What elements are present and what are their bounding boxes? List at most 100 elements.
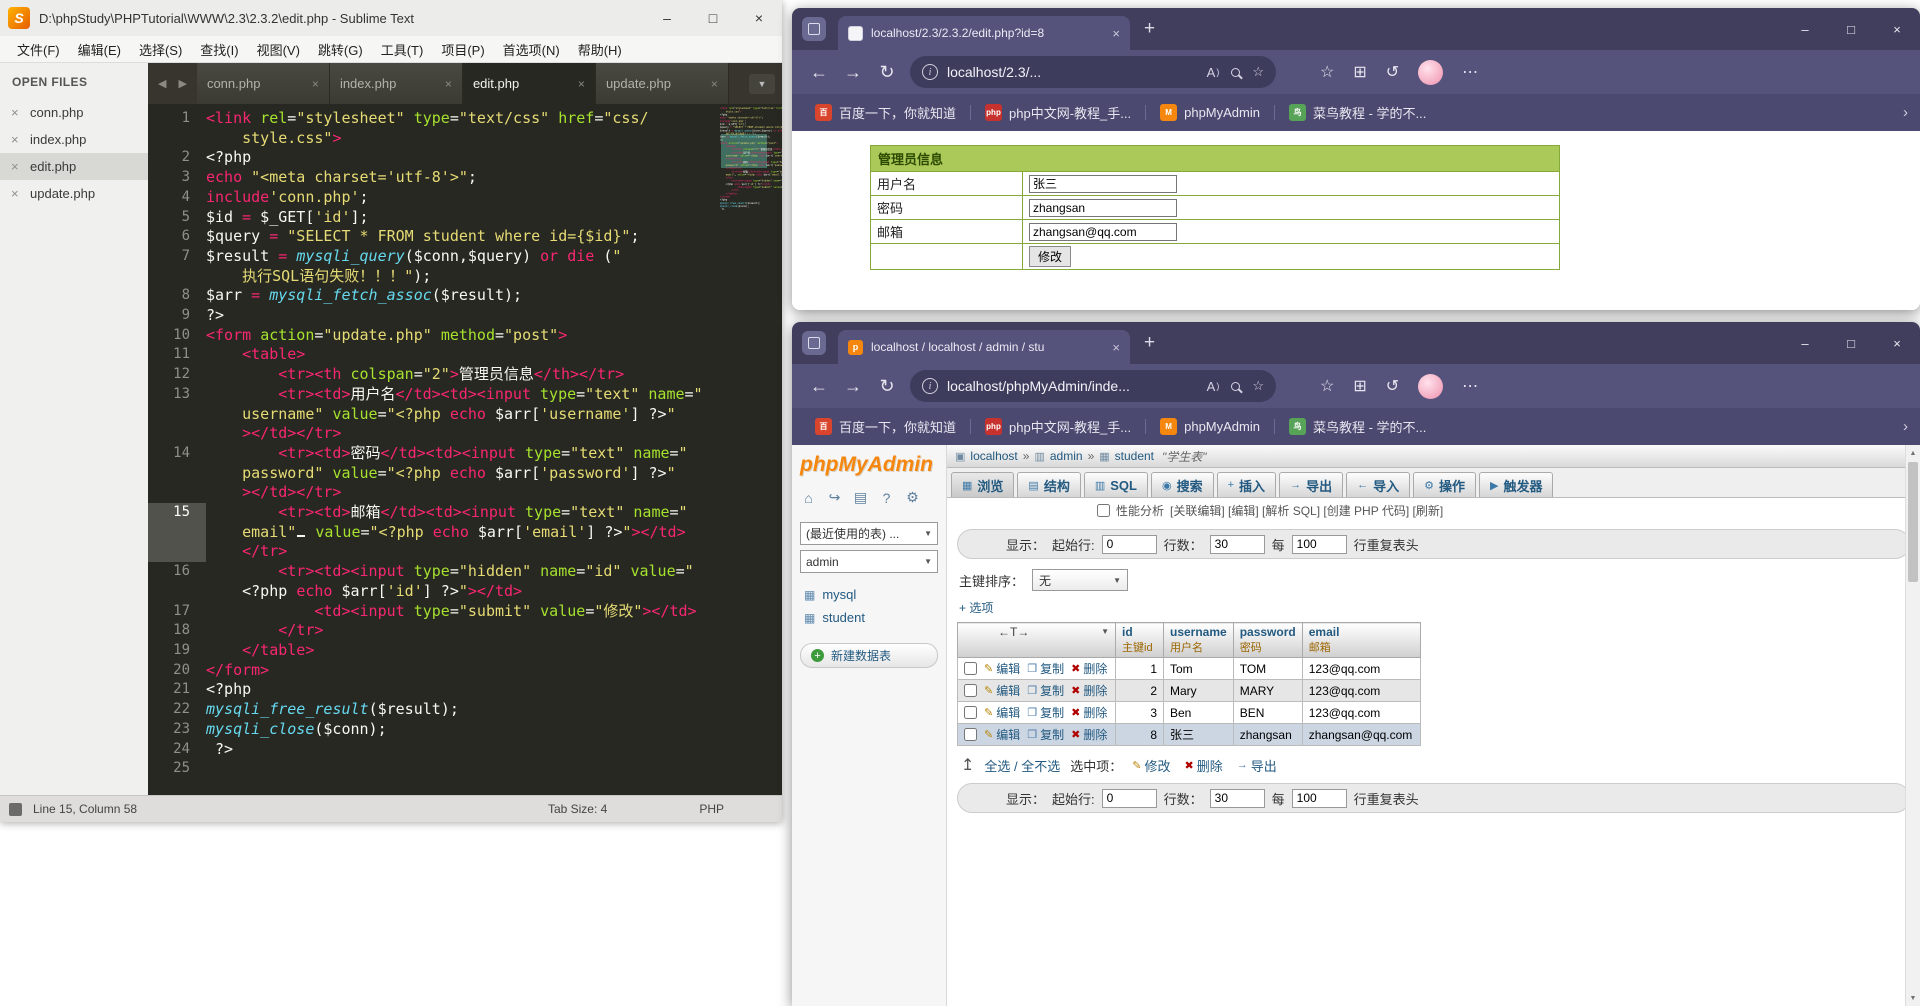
row-action-delete[interactable]: ✖ 删除	[1071, 726, 1107, 743]
recent-tables-select[interactable]: (最近使用的表) ... ▼	[800, 522, 938, 545]
code-line[interactable]: 8 $arr = mysqli_fetch_assoc($result);	[148, 286, 718, 306]
profile-avatar[interactable]	[1418, 373, 1444, 399]
code-line[interactable]: username" value="<?php echo $arr['userna…	[148, 405, 718, 425]
row-checkbox[interactable]	[964, 706, 977, 719]
bookmark-item[interactable]: 百百度一下，你就知道	[806, 99, 965, 126]
code-line[interactable]: 7 $result = mysqli_query($conn,$query) or…	[148, 247, 718, 267]
bookmark-item[interactable]: php php中文网-教程_手...	[976, 99, 1140, 126]
sidebar-db-item[interactable]: ▦ student	[800, 606, 938, 629]
home-icon[interactable]: ⌂	[800, 489, 817, 506]
zoom-icon[interactable]	[1231, 381, 1241, 391]
menu-item[interactable]: 首选项(N)	[494, 40, 569, 59]
sidebar-db-item[interactable]: ▦ mysql	[800, 583, 938, 606]
row-checkbox[interactable]	[964, 728, 977, 741]
breadcrumb-table[interactable]: student	[1115, 449, 1154, 463]
bookmark-item[interactable]: 鸟菜鸟教程 - 学的不...	[1280, 413, 1435, 440]
code-line[interactable]: 15 <tr><td>邮箱</td><td><input type="text"…	[148, 503, 718, 523]
code-line[interactable]: 25	[148, 759, 718, 779]
code-line[interactable]: 20</form>	[720, 195, 782, 198]
minimize-button[interactable]: –	[644, 0, 690, 36]
tab-size-indicator[interactable]: Tab Size: 4	[548, 802, 607, 816]
email-input[interactable]	[1029, 222, 1177, 241]
open-file-item[interactable]: × index.php	[0, 126, 148, 153]
browser-tab[interactable]: localhost/2.3/2.3.2/edit.php?id=8 ×	[838, 16, 1130, 50]
code-line[interactable]: password" value="<?php echo $arr['passwo…	[148, 464, 718, 484]
maximize-button[interactable]: □	[1828, 322, 1874, 364]
code-line[interactable]: email" value="<?php echo $arr['email'] ?…	[720, 173, 782, 176]
editor-tab[interactable]: edit.php ×	[462, 63, 596, 104]
options-toggle[interactable]: + 选项	[947, 595, 1920, 618]
code-line[interactable]: 2<?php	[720, 113, 782, 116]
browser-tab[interactable]: p localhost / localhost / admin / stu ×	[838, 330, 1130, 364]
row-action-copy[interactable]: ❐ 复制	[1027, 726, 1064, 743]
profile-avatar[interactable]	[1418, 59, 1444, 85]
code-line[interactable]: 5 $id = $_GET['id'];	[148, 208, 718, 228]
maximize-button[interactable]: □	[1828, 8, 1874, 50]
start-row-input[interactable]	[1101, 534, 1157, 554]
bookmark-item[interactable]: MphpMyAdmin	[1151, 414, 1269, 439]
vertical-scrollbar[interactable]: ▲ ▼	[1905, 445, 1920, 1006]
minimap[interactable]: 1<link rel="stylesheet" type="text/css" …	[718, 104, 782, 795]
code-editor[interactable]: 1 <link rel="stylesheet" type="text/css" …	[148, 104, 782, 795]
close-tab-icon[interactable]: ×	[705, 77, 718, 91]
close-button[interactable]: ×	[736, 0, 782, 36]
docs-icon[interactable]: ?	[878, 489, 895, 506]
code-line[interactable]: </tr>	[148, 542, 718, 563]
code-line[interactable]: 22mysqli_free_result($result);	[148, 700, 718, 720]
close-tab-icon[interactable]: ×	[1112, 26, 1120, 41]
pma-tab-structure[interactable]: ▤ 结构	[1017, 472, 1081, 497]
row-action-edit[interactable]: ✎ 编辑	[984, 704, 1020, 721]
code-line[interactable]: 11 <table>	[148, 345, 718, 365]
back-button[interactable]: ←	[802, 376, 836, 397]
read-aloud-icon[interactable]: A)	[1207, 65, 1220, 80]
code-line[interactable]: <?php echo $arr['id'] ?>"></td>	[720, 183, 782, 186]
syntax-indicator[interactable]: PHP	[699, 802, 724, 816]
code-line[interactable]: 23mysqli_close($conn);	[720, 205, 782, 208]
bookmarks-overflow-icon[interactable]: ›	[1903, 418, 1908, 435]
code-line[interactable]: 12 <tr><th colspan="2">管理员信息</th></tr>	[148, 365, 718, 385]
bookmark-item[interactable]: MphpMyAdmin	[1151, 100, 1269, 125]
favorites-icon[interactable]: ☆	[1320, 62, 1334, 82]
pma-tab-triggers[interactable]: ▶ 触发器	[1478, 472, 1554, 497]
username-input[interactable]	[1029, 174, 1177, 193]
repeat-header-input[interactable]	[1291, 788, 1347, 808]
open-file-item[interactable]: × update.php	[0, 180, 148, 207]
column-visibility-dropdown-icon[interactable]: ▼	[1101, 625, 1109, 636]
row-count-input[interactable]	[1209, 534, 1265, 554]
code-line[interactable]: 4include'conn.php';	[720, 120, 782, 123]
code-line[interactable]: 21 <?php	[148, 680, 718, 700]
forward-button[interactable]: →	[836, 62, 870, 83]
code-line[interactable]: <?php echo $arr['id'] ?>"></td>	[148, 582, 718, 602]
editor-tab[interactable]: update.php ×	[595, 63, 729, 104]
close-tab-icon[interactable]: ×	[439, 77, 452, 91]
close-file-icon[interactable]: ×	[11, 159, 21, 174]
code-line[interactable]: 13 <tr><td>用户名</td><td><input type="text…	[148, 385, 718, 405]
forward-button[interactable]: →	[836, 376, 870, 397]
row-checkbox[interactable]	[964, 662, 977, 675]
new-table-button[interactable]: + 新建数据表	[800, 643, 938, 668]
code-line[interactable]: 24 ?>	[720, 208, 782, 211]
profiling-checkbox[interactable]	[1097, 504, 1110, 517]
tab-scroll-right-icon[interactable]: ▶	[178, 77, 186, 90]
history-icon[interactable]: ↺	[1386, 376, 1399, 396]
tab-overflow-icon[interactable]: ▼	[749, 73, 775, 94]
menu-item[interactable]: 项目(P)	[432, 40, 493, 59]
site-info-icon[interactable]: i	[922, 378, 938, 394]
row-action-delete[interactable]: ✖ 删除	[1071, 682, 1107, 699]
minimize-button[interactable]: –	[1782, 322, 1828, 364]
row-checkbox[interactable]	[964, 684, 977, 697]
zoom-icon[interactable]	[1231, 67, 1241, 77]
modify-button[interactable]: 修改	[1029, 246, 1072, 267]
menu-item[interactable]: 帮助(H)	[569, 40, 631, 59]
code-line[interactable]: 3 echo "<meta charset='utf-8'>";	[148, 168, 718, 188]
bookmark-item[interactable]: php php中文网-教程_手...	[976, 413, 1140, 440]
code-line[interactable]: 23mysqli_close($conn);	[148, 720, 718, 740]
add-favorite-icon[interactable]: ☆	[1252, 64, 1264, 80]
row-action-delete[interactable]: ✖ 删除	[1071, 660, 1107, 677]
code-line[interactable]: 6$query = "SELECT * FROM student where i…	[720, 126, 782, 129]
column-header[interactable]: username 用户名	[1163, 622, 1234, 658]
new-tab-button[interactable]: +	[1144, 332, 1155, 354]
code-line[interactable]: 22mysqli_free_result($result);	[720, 202, 782, 205]
row-action-edit[interactable]: ✎ 编辑	[984, 682, 1020, 699]
menu-item[interactable]: 编辑(E)	[69, 40, 130, 59]
